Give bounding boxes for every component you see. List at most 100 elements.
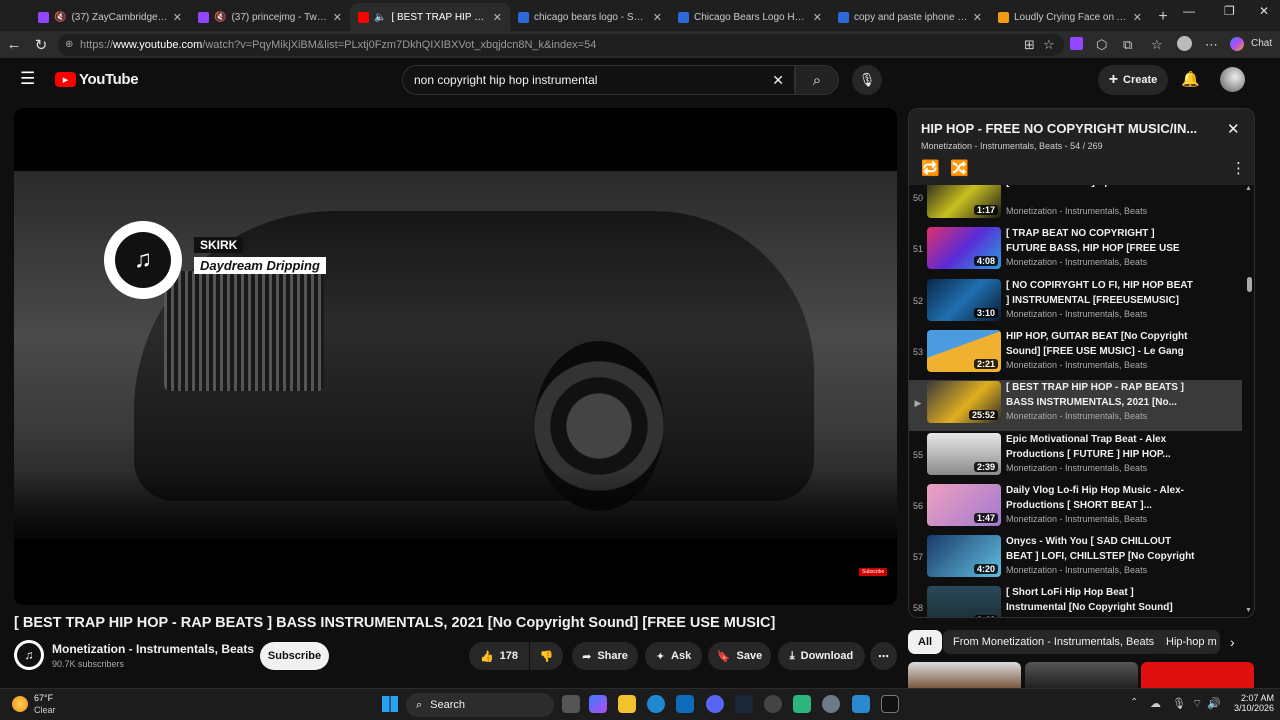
- mic-tray-icon[interactable]: 🎙: [1172, 697, 1186, 710]
- edge-icon[interactable]: [647, 695, 665, 713]
- video-thumbnail[interactable]: 4:08: [927, 227, 1001, 270]
- playlist-item[interactable]: 56 1:47 Daily Vlog Lo-fi Hip Hop Music - A…: [909, 483, 1242, 534]
- related-thumbnail[interactable]: [1141, 662, 1254, 688]
- new-tab-button[interactable]: +: [1150, 3, 1176, 31]
- task-view-icon[interactable]: [562, 695, 580, 713]
- discord-icon[interactable]: [706, 695, 724, 713]
- search-button[interactable]: ⌕: [795, 65, 839, 95]
- favorite-star-icon[interactable]: ☆: [1043, 37, 1055, 53]
- speaker-icon[interactable]: 🔈: [374, 12, 386, 23]
- playlist-item[interactable]: 53 2:21 HIP HOP, GUITAR BEAT [No Copyright…: [909, 329, 1242, 380]
- scroll-up-icon[interactable]: ▲: [1245, 185, 1252, 192]
- browser-tab[interactable]: 🔇 (37) princejmg - Twitch ✕: [190, 3, 350, 31]
- chip-hip-hop[interactable]: Hip-hop m: [1156, 630, 1220, 654]
- close-tab-icon[interactable]: ✕: [333, 11, 342, 24]
- channel-name[interactable]: Monetization - Instrumentals, Beats: [52, 642, 254, 656]
- subscribe-button[interactable]: Subscribe: [260, 642, 329, 670]
- profile-avatar[interactable]: [1177, 36, 1192, 51]
- app-icon[interactable]: [793, 695, 811, 713]
- taskbar-search[interactable]: ⌕ Search: [406, 693, 554, 717]
- weather-desc[interactable]: Clear: [34, 705, 56, 715]
- clock[interactable]: 2:07 AM 3/10/2026: [1230, 693, 1274, 713]
- video-thumbnail[interactable]: 25:52: [927, 381, 1001, 424]
- scroll-down-icon[interactable]: ▼: [1245, 607, 1252, 614]
- copilot-icon[interactable]: [1230, 37, 1244, 51]
- maximize-icon[interactable]: ❐: [1224, 4, 1235, 18]
- reload-icon[interactable]: ↻: [27, 36, 55, 54]
- browser-tab[interactable]: chicago bears logo - Search ✕: [510, 3, 670, 31]
- extensions-icon[interactable]: ⬡: [1096, 37, 1107, 53]
- muted-speaker-icon[interactable]: 🔇: [54, 12, 66, 23]
- obs-icon[interactable]: [764, 695, 782, 713]
- settings-gear-icon[interactable]: [822, 695, 840, 713]
- video-thumbnail[interactable]: 4:20: [927, 535, 1001, 578]
- video-thumbnail[interactable]: 2:21: [927, 329, 1001, 372]
- playlist-item[interactable]: 55 2:39 Epic Motivational Trap Beat - Alex…: [909, 432, 1242, 483]
- onedrive-icon[interactable]: ☁: [1150, 697, 1161, 710]
- playlist-title[interactable]: HIP HOP - FREE NO COPYRIGHT MUSIC/IN...: [921, 121, 1216, 136]
- chat-label[interactable]: Chat: [1251, 38, 1272, 49]
- playlist-item[interactable]: 52 3:10 [ NO COPIRYGHT LO FI, HIP HOP BEAT…: [909, 278, 1242, 329]
- back-icon[interactable]: ←: [0, 36, 28, 53]
- outlook-icon[interactable]: [676, 695, 694, 713]
- minimize-icon[interactable]: —: [1183, 4, 1195, 18]
- close-tab-icon[interactable]: ✕: [973, 11, 982, 24]
- related-thumbnail[interactable]: [1025, 662, 1138, 688]
- playlist-item[interactable]: 50 1:17 [FREEUSE MUSIC] Sports and Car...M…: [909, 185, 1242, 226]
- channel-avatar[interactable]: ♫: [14, 640, 44, 670]
- playlist-item[interactable]: ▶ 25:52 [ BEST TRAP HIP HOP - RAP BEATS ] …: [909, 380, 1242, 432]
- share-button[interactable]: ➦ Share: [572, 642, 638, 670]
- playlist-item[interactable]: 51 4:08 [ TRAP BEAT NO COPYRIGHT ] FUTURE …: [909, 226, 1242, 277]
- playlist-item[interactable]: 58 0:46 [ Short LoFi Hip Hop Beat ] Instru…: [909, 585, 1242, 617]
- dislike-button[interactable]: 👎: [530, 642, 563, 670]
- close-tab-icon[interactable]: ✕: [1133, 11, 1142, 24]
- browser-tab[interactable]: Chicago Bears Logo Head Transparent ✕: [670, 3, 830, 31]
- save-button[interactable]: 🔖 Save: [708, 642, 771, 670]
- twitch-extension-icon[interactable]: [1070, 37, 1083, 50]
- notifications-bell-icon[interactable]: 🔔: [1181, 70, 1200, 88]
- close-tab-icon[interactable]: ✕: [173, 11, 182, 24]
- chevron-right-icon[interactable]: ›: [1230, 634, 1235, 650]
- account-avatar[interactable]: [1220, 67, 1245, 92]
- search-input[interactable]: non copyright hip hop instrumental ✕: [402, 65, 795, 95]
- browser-tab[interactable]: 🔇 (37) ZayCambridge_ - Twitch ✕: [30, 3, 190, 31]
- more-actions-button[interactable]: ⋯: [870, 642, 897, 670]
- playlist-item[interactable]: 57 4:20 Onycs - With You [ SAD CHILLOUT BE…: [909, 534, 1242, 585]
- browser-tab[interactable]: copy and paste iphone emoji ✕: [830, 3, 990, 31]
- browser-tab[interactable]: Loudly Crying Face on Apple ✕: [990, 3, 1150, 31]
- file-explorer-icon[interactable]: [618, 695, 636, 713]
- loop-icon[interactable]: 🔁: [921, 159, 940, 177]
- weather-temp[interactable]: 67°F: [34, 693, 53, 703]
- create-button[interactable]: + Create: [1098, 65, 1168, 95]
- subscribe-watermark[interactable]: Subscribe: [859, 568, 888, 576]
- tab-actions-button[interactable]: [0, 3, 30, 31]
- close-playlist-icon[interactable]: ✕: [1227, 120, 1240, 138]
- muted-speaker-icon[interactable]: 🔇: [214, 12, 226, 23]
- video-thumbnail[interactable]: 2:39: [927, 432, 1001, 475]
- volume-icon[interactable]: 🔊: [1207, 697, 1221, 710]
- menu-icon[interactable]: ☰: [20, 69, 35, 89]
- clear-search-icon[interactable]: ✕: [772, 72, 784, 89]
- playlist-owner[interactable]: Monetization - Instrumentals, Beats: [921, 141, 1062, 151]
- shuffle-icon[interactable]: 🔀: [950, 159, 969, 177]
- more-menu-icon[interactable]: ⋯: [1205, 37, 1218, 53]
- split-screen-icon[interactable]: ⧉: [1123, 37, 1132, 53]
- browser-tab[interactable]: 🔈 [ BEST TRAP HIP HOP - RAP BEATS ] ✕: [350, 3, 510, 31]
- close-tab-icon[interactable]: ✕: [653, 11, 662, 24]
- chevron-up-icon[interactable]: ⌃: [1130, 697, 1138, 708]
- voice-search-button[interactable]: 🎙: [852, 65, 882, 95]
- ask-button[interactable]: ✦ Ask: [645, 642, 702, 670]
- video-thumbnail[interactable]: 0:46: [927, 586, 1001, 617]
- video-player[interactable]: ♫ SKIRK Daydream Dripping Subscribe: [14, 108, 897, 605]
- copilot-app-icon[interactable]: [589, 695, 607, 713]
- playlist-menu-icon[interactable]: ⋮: [1231, 159, 1246, 177]
- close-window-icon[interactable]: ✕: [1259, 4, 1269, 18]
- related-thumbnail[interactable]: [908, 662, 1021, 688]
- youtube-logo[interactable]: ▶ YouTube: [55, 71, 139, 88]
- video-thumbnail[interactable]: 1:17: [927, 185, 1001, 218]
- download-button[interactable]: ⤓ Download: [778, 642, 865, 670]
- close-tab-icon[interactable]: ✕: [493, 11, 502, 24]
- app-available-icon[interactable]: ⊞: [1024, 37, 1035, 53]
- windows-start-icon[interactable]: [382, 696, 398, 712]
- wifi-icon[interactable]: ⌔: [1192, 697, 1202, 711]
